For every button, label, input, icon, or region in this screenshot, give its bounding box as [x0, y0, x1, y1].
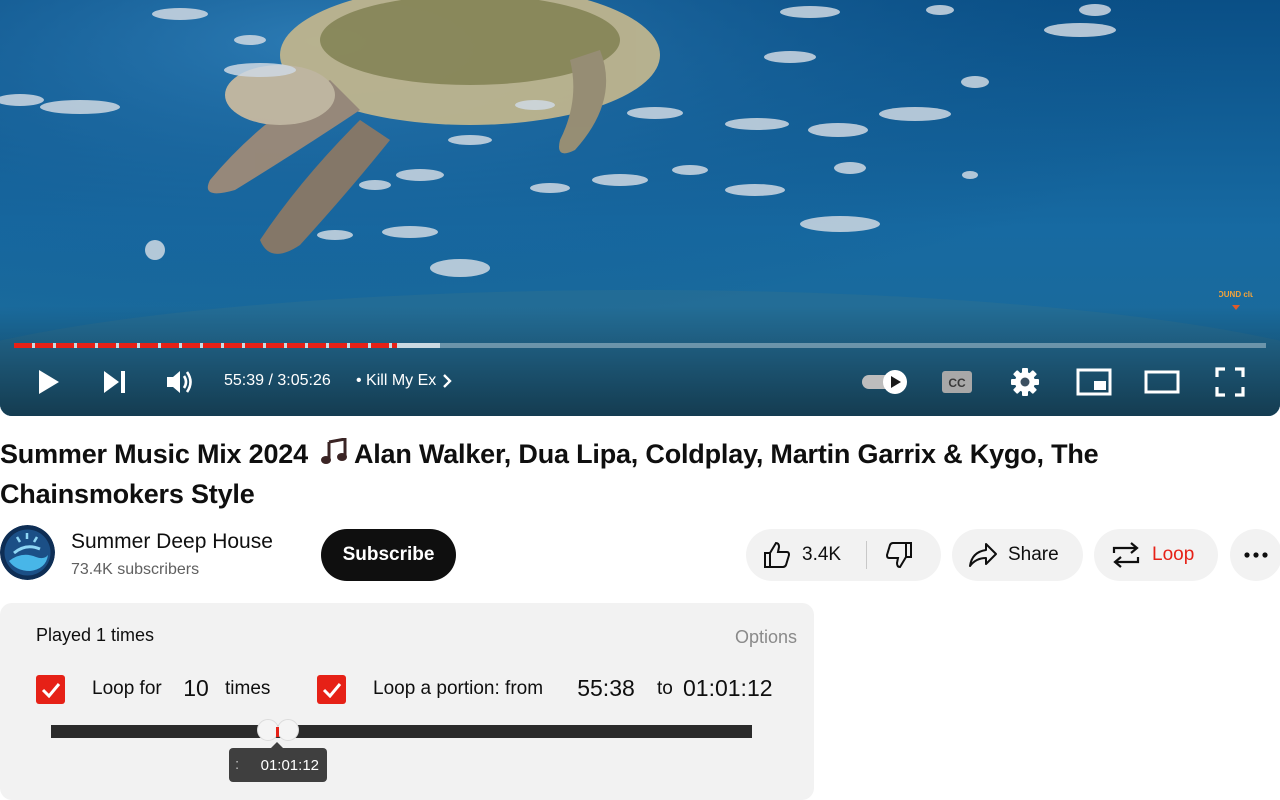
- miniplayer-icon: [1076, 368, 1112, 396]
- play-button[interactable]: [30, 364, 66, 400]
- loop-for-label: Loop for: [92, 678, 162, 699]
- autoplay-toggle[interactable]: [858, 366, 912, 398]
- loop-portion-label: Loop a portion: from: [373, 678, 544, 699]
- volume-icon: [167, 371, 192, 393]
- loop-to-input[interactable]: [683, 673, 774, 703]
- fullscreen-icon: [1215, 367, 1245, 397]
- channel-watermark: SOUND club: [1219, 290, 1253, 310]
- loop-button[interactable]: Loop: [1094, 529, 1218, 581]
- channel-avatar[interactable]: [0, 525, 55, 580]
- played-count-text: Played 1 times: [36, 625, 155, 645]
- like-count: 3.4K: [802, 544, 842, 565]
- share-button[interactable]: Share: [952, 529, 1083, 581]
- loop-portion-checkbox[interactable]: [317, 675, 346, 704]
- times-label: times: [225, 678, 271, 699]
- thumbs-up-icon: [764, 541, 791, 568]
- loop-range-track[interactable]: [51, 725, 752, 738]
- loop-icon: [1112, 542, 1140, 568]
- tooltip-overlap-text: :: [235, 756, 240, 773]
- subscribe-button[interactable]: Subscribe: [321, 529, 456, 581]
- settings-button[interactable]: [1006, 364, 1044, 400]
- loop-from-input[interactable]: [570, 673, 642, 703]
- dislike-button[interactable]: [870, 529, 940, 581]
- range-tooltip: : 01:01:12: [229, 748, 327, 782]
- progress-bar[interactable]: [14, 343, 1266, 348]
- to-label: to: [657, 678, 673, 699]
- fullscreen-button[interactable]: [1210, 364, 1250, 400]
- checkmark-icon: [322, 682, 341, 698]
- checkmark-icon: [41, 682, 60, 698]
- watermark-text: SOUND club: [1219, 290, 1253, 299]
- channel-name[interactable]: Summer Deep House: [71, 530, 273, 554]
- chapter-title: • Kill My Ex: [356, 372, 437, 389]
- channel-logo-icon: [0, 525, 55, 580]
- autoplay-toggle-icon: [862, 370, 907, 394]
- captions-button[interactable]: CC: [938, 366, 976, 398]
- options-link[interactable]: Options: [735, 627, 797, 648]
- video-title-main: Summer Music Mix 2024: [0, 439, 308, 469]
- progress-played: [14, 343, 398, 348]
- share-icon: [969, 543, 997, 567]
- next-icon: [104, 371, 125, 393]
- more-icon: [1244, 552, 1268, 558]
- loop-label: Loop: [1152, 544, 1195, 565]
- chevron-right-icon: [443, 374, 452, 388]
- like-dislike-group: 3.4K: [746, 529, 941, 581]
- loop-times-input[interactable]: [174, 673, 218, 703]
- thumbs-down-icon: [885, 542, 912, 569]
- volume-button[interactable]: [162, 364, 198, 400]
- captions-icon: CC: [942, 371, 972, 393]
- time-display: 55:39 / 3:05:26: [224, 372, 331, 389]
- share-label: Share: [1008, 544, 1059, 565]
- chapter-button[interactable]: • Kill My Ex: [356, 372, 452, 390]
- subscriber-count: 73.4K subscribers: [71, 561, 200, 578]
- miniplayer-button[interactable]: [1074, 364, 1114, 400]
- play-icon: [39, 370, 59, 394]
- current-position-marker: [276, 727, 279, 737]
- captions-text: CC: [948, 376, 966, 390]
- range-tooltip-text: 01:01:12: [260, 756, 319, 774]
- theater-mode-button[interactable]: [1142, 364, 1182, 400]
- next-button[interactable]: [96, 364, 132, 400]
- more-actions-button[interactable]: [1230, 529, 1280, 581]
- music-note-icon: [320, 438, 347, 464]
- loop-panel: Played 1 times Options Loop for times Lo…: [0, 603, 814, 800]
- theater-icon: [1144, 370, 1180, 394]
- loop-range-end-handle[interactable]: [277, 719, 299, 741]
- video-title: Summer Music Mix 2024 Alan Walker, Dua L…: [0, 434, 1200, 514]
- video-player[interactable]: SOUND club 55:39 / 3:05:26 • Kill My Ex: [0, 0, 1280, 416]
- like-button[interactable]: 3.4K: [746, 529, 866, 581]
- loop-times-checkbox[interactable]: [36, 675, 65, 704]
- gear-icon: [1011, 368, 1039, 396]
- like-divider: [866, 541, 867, 569]
